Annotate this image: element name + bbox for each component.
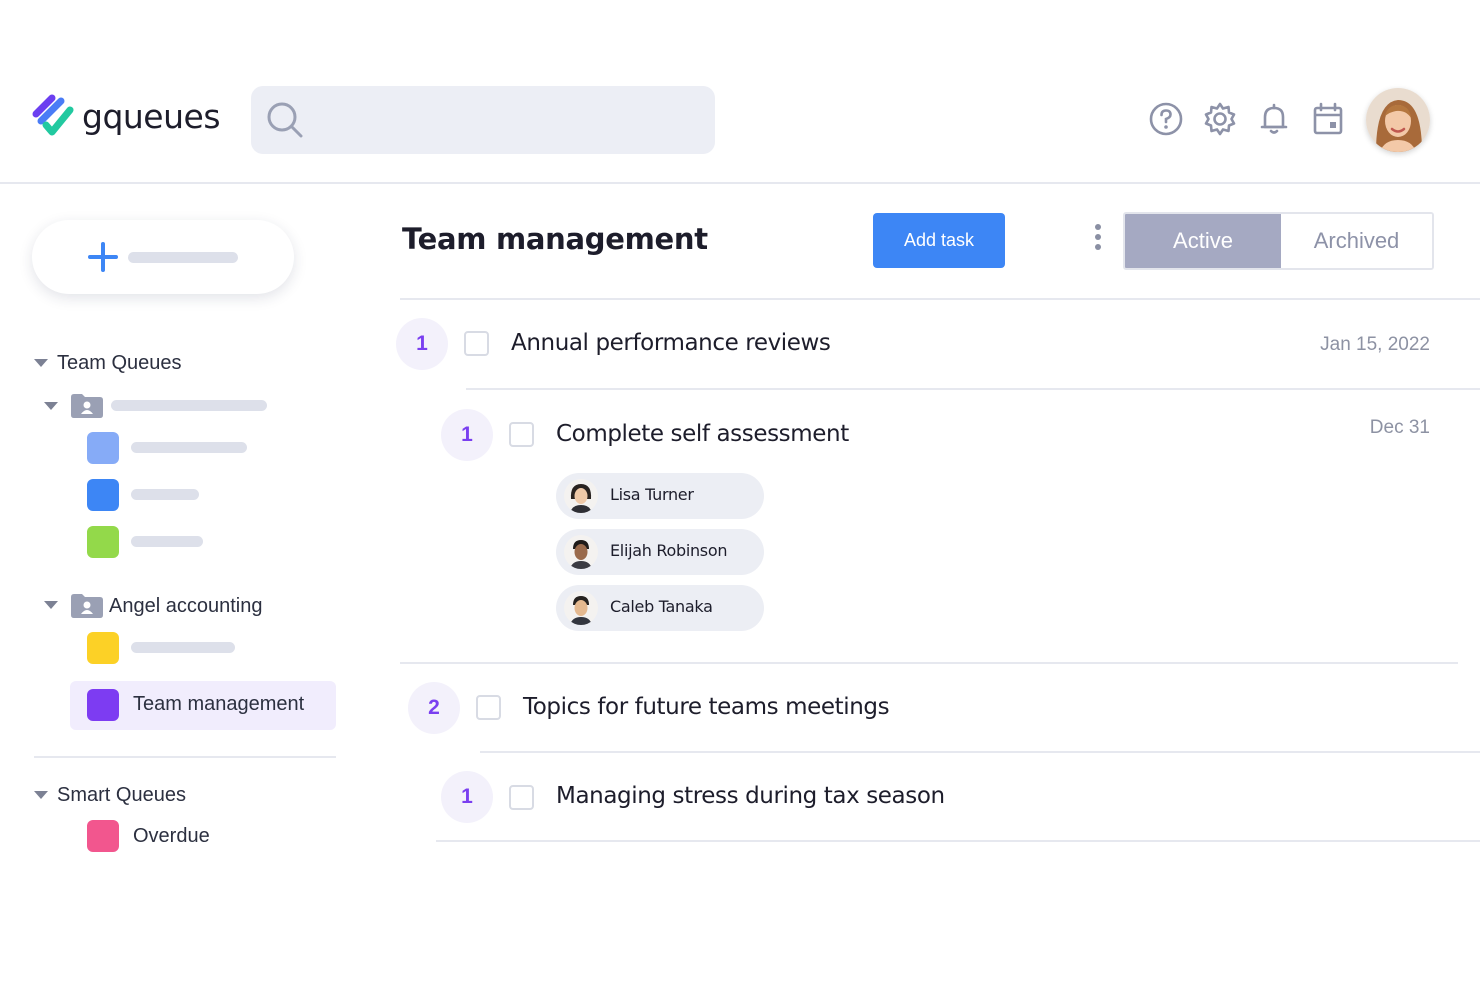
task-title[interactable]: Managing stress during tax season [556, 783, 945, 809]
queue-color-light-blue[interactable] [87, 432, 119, 464]
folder-name-placeholder [111, 400, 267, 411]
caret-down-icon [34, 359, 48, 367]
task-due-date: Jan 15, 2022 [1320, 334, 1430, 355]
plus-icon [88, 242, 118, 272]
queue-name-placeholder [131, 442, 247, 453]
subtask-count-badge[interactable]: 2 [408, 682, 460, 734]
task-checkbox[interactable] [509, 422, 534, 447]
subtask-count-badge[interactable]: 1 [441, 771, 493, 823]
caret-down-icon[interactable] [44, 601, 58, 609]
queue-color-green[interactable] [87, 526, 119, 558]
divider [480, 751, 1480, 753]
user-avatar[interactable] [1366, 88, 1430, 152]
divider [400, 298, 1480, 300]
tab-archived[interactable]: Archived [1281, 214, 1432, 268]
avatar [564, 479, 598, 513]
avatar [564, 591, 598, 625]
help-icon[interactable] [1148, 101, 1184, 137]
team-folder-icon [71, 394, 103, 418]
new-button-placeholder [128, 252, 238, 263]
search-bar[interactable] [251, 86, 715, 154]
search-input[interactable] [315, 86, 705, 154]
queue-color-yellow[interactable] [87, 632, 119, 664]
task-checkbox[interactable] [464, 331, 489, 356]
top-bar: gqueues [0, 0, 1480, 184]
logo[interactable]: gqueues [32, 94, 221, 138]
divider [466, 388, 1480, 390]
new-item-button[interactable] [32, 220, 294, 294]
assignee-name: Elijah Robinson [610, 541, 728, 560]
add-task-button[interactable]: Add task [873, 213, 1005, 268]
team-queues-label: Team Queues [57, 351, 182, 374]
avatar [564, 535, 598, 569]
queue-color-pink [87, 820, 119, 852]
divider [436, 840, 1480, 842]
folder-label-angel-accounting[interactable]: Angel accounting [109, 595, 262, 618]
sidebar-item-overdue[interactable]: Overdue [133, 825, 210, 848]
calendar-icon[interactable] [1310, 101, 1346, 137]
queue-name-placeholder [131, 489, 199, 500]
subtask-count-badge[interactable]: 1 [396, 318, 448, 370]
search-icon [267, 102, 303, 138]
assignee-chip[interactable]: Lisa Turner [556, 473, 764, 519]
queue-name-placeholder [131, 536, 203, 547]
tab-active[interactable]: Active [1125, 214, 1281, 268]
queue-name-placeholder [131, 642, 235, 653]
queue-color-blue[interactable] [87, 479, 119, 511]
assignee-chip[interactable]: Elijah Robinson [556, 529, 764, 575]
divider [400, 662, 1458, 664]
logo-text: gqueues [82, 96, 221, 136]
team-folder-icon [71, 594, 103, 618]
task-due-date: Dec 31 [1369, 417, 1430, 438]
team-queues-header[interactable]: Team Queues [34, 350, 182, 376]
assignee-name: Caleb Tanaka [610, 597, 713, 616]
task-title[interactable]: Annual performance reviews [511, 330, 831, 356]
bell-icon[interactable] [1256, 101, 1292, 137]
page-title: Team management [402, 222, 708, 256]
task-checkbox[interactable] [476, 695, 501, 720]
assignee-chip[interactable]: Caleb Tanaka [556, 585, 764, 631]
more-options-icon[interactable] [1089, 224, 1107, 258]
subtask-count-badge[interactable]: 1 [441, 409, 493, 461]
smart-queues-label: Smart Queues [57, 783, 186, 806]
active-archived-toggle: Active Archived [1123, 212, 1434, 270]
caret-down-icon [34, 791, 48, 799]
task-title[interactable]: Topics for future teams meetings [523, 694, 890, 720]
assignee-name: Lisa Turner [610, 485, 694, 504]
logo-icon [32, 94, 76, 138]
task-checkbox[interactable] [509, 785, 534, 810]
smart-queues-header[interactable]: Smart Queues [34, 782, 186, 808]
task-title[interactable]: Complete self assessment [556, 421, 849, 447]
queue-color-purple [87, 689, 119, 721]
caret-down-icon[interactable] [44, 402, 58, 410]
sidebar-item-label[interactable]: Team management [133, 693, 304, 716]
sidebar-divider [34, 756, 336, 758]
settings-icon[interactable] [1202, 101, 1238, 137]
